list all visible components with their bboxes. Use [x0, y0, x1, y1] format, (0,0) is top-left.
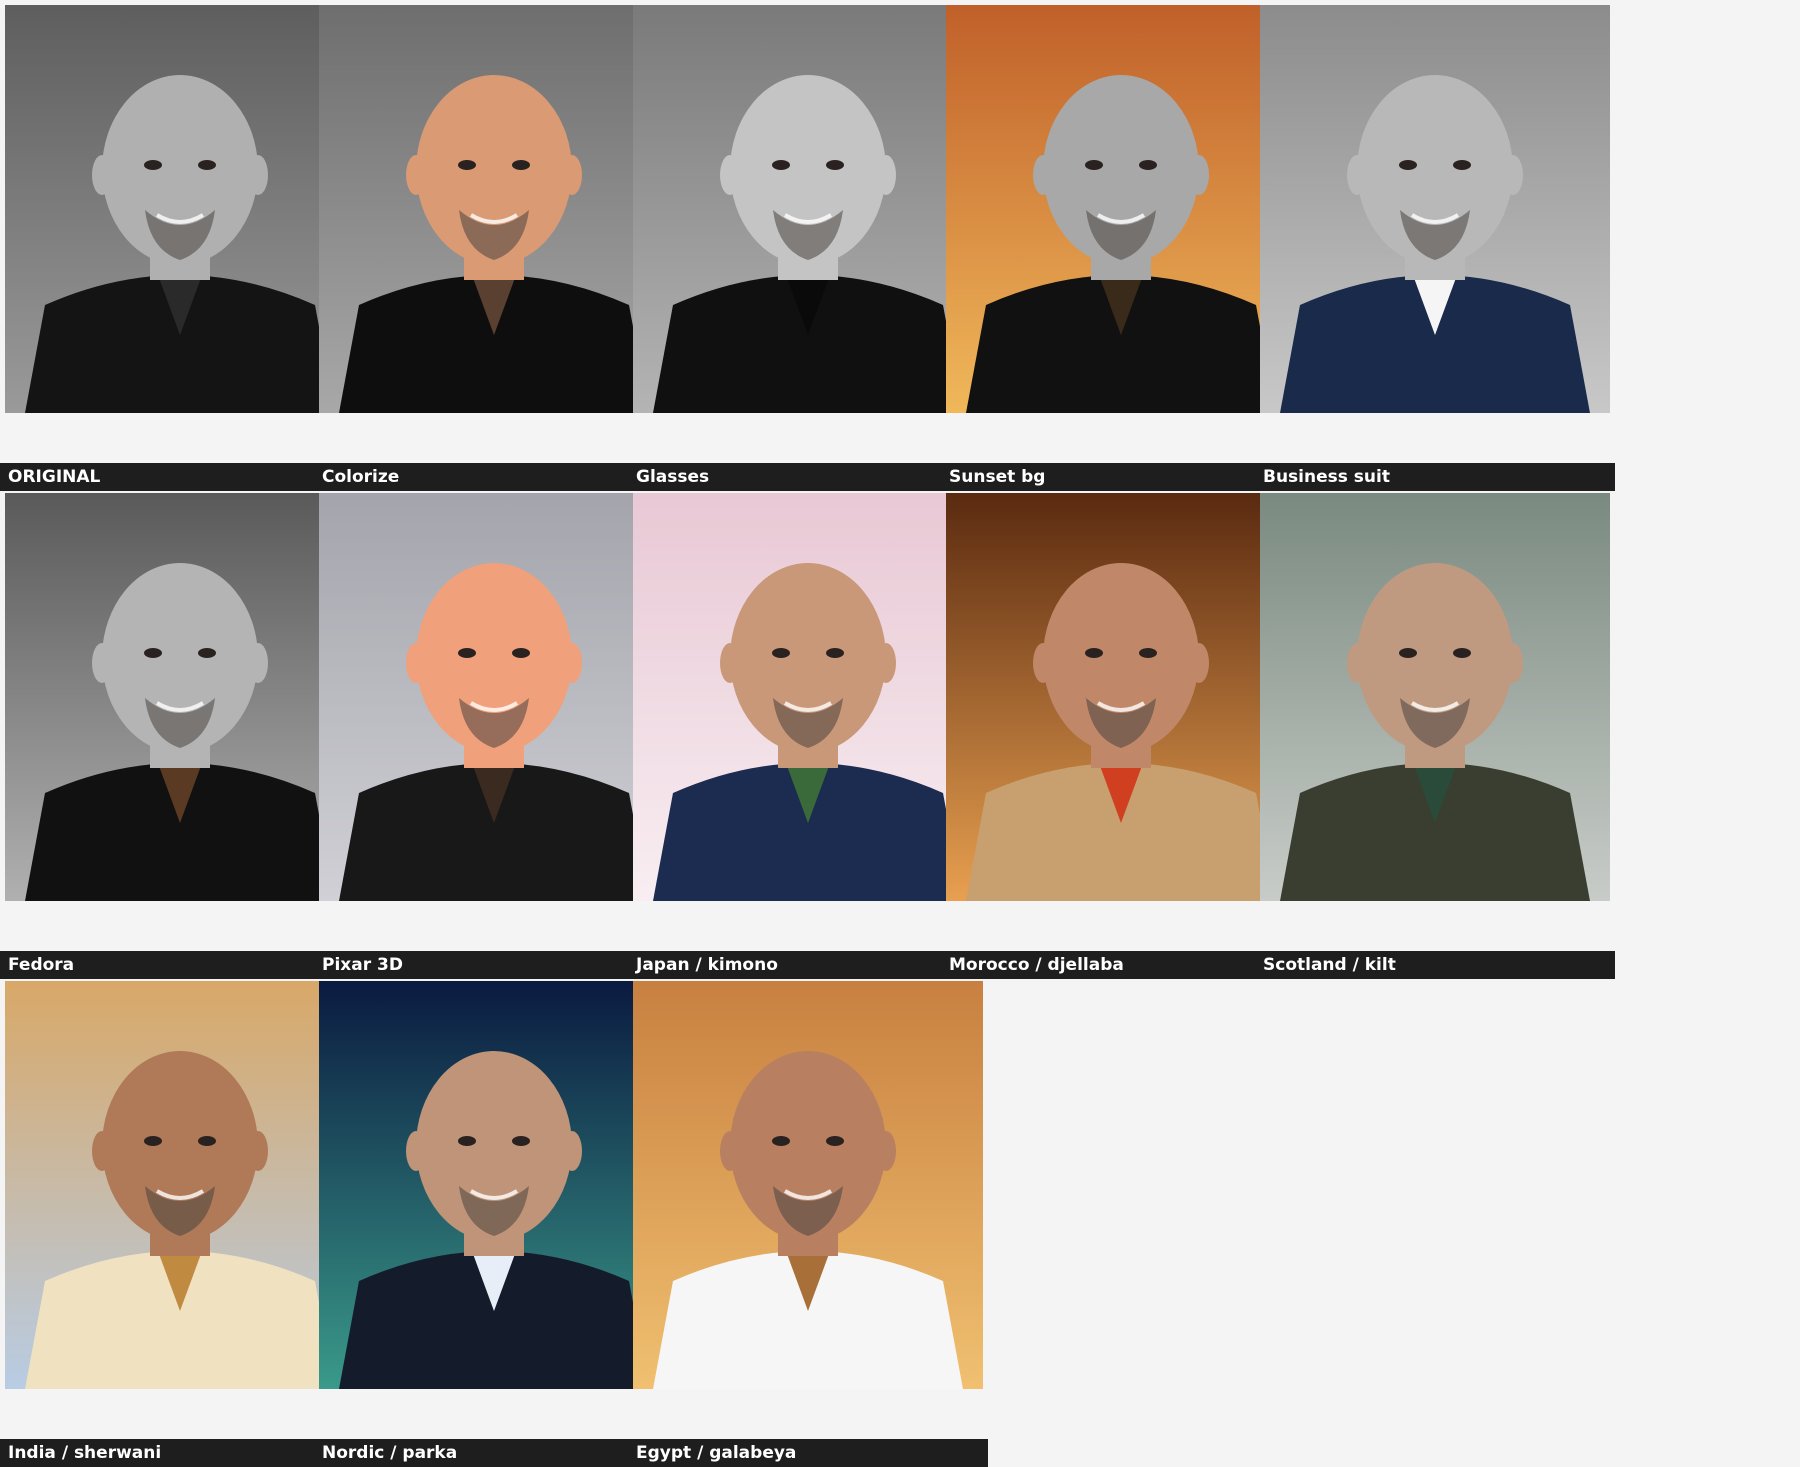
eye-right-shape: [512, 1136, 530, 1146]
ear-left-shape: [406, 155, 426, 195]
portrait-image[interactable]: [633, 5, 983, 413]
ear-right-shape: [876, 1131, 896, 1171]
portrait-image[interactable]: [946, 5, 1296, 413]
eye-left-shape: [458, 160, 476, 170]
eye-right-shape: [826, 1136, 844, 1146]
ear-left-shape: [720, 643, 740, 683]
tile-caption: Pixar 3D: [314, 951, 674, 979]
ear-left-shape: [1347, 155, 1367, 195]
eye-left-shape: [144, 1136, 162, 1146]
eye-left-shape: [772, 160, 790, 170]
ear-right-shape: [248, 155, 268, 195]
tile-caption: Sunset bg: [941, 463, 1301, 491]
tile-caption: Fedora: [0, 951, 360, 979]
tile-caption: India / sherwani: [0, 1439, 360, 1467]
eye-right-shape: [198, 648, 216, 658]
eye-right-shape: [198, 1136, 216, 1146]
ear-left-shape: [406, 1131, 426, 1171]
eye-left-shape: [144, 648, 162, 658]
portrait-image[interactable]: [319, 493, 669, 901]
eye-right-shape: [1453, 648, 1471, 658]
portrait-image[interactable]: [319, 5, 669, 413]
ear-left-shape: [92, 155, 112, 195]
eye-right-shape: [198, 160, 216, 170]
ear-right-shape: [1189, 643, 1209, 683]
ear-right-shape: [248, 1131, 268, 1171]
eye-left-shape: [458, 1136, 476, 1146]
tile-caption: Glasses: [628, 463, 988, 491]
portrait-image[interactable]: [319, 981, 669, 1389]
eye-right-shape: [826, 648, 844, 658]
portrait-image[interactable]: [946, 493, 1296, 901]
eye-right-shape: [512, 648, 530, 658]
portrait-image[interactable]: [1260, 5, 1610, 413]
tile-caption: Morocco / djellaba: [941, 951, 1301, 979]
portrait-image[interactable]: [1260, 493, 1610, 901]
eye-left-shape: [144, 160, 162, 170]
tile-caption: ORIGINAL: [0, 463, 360, 491]
ear-left-shape: [92, 643, 112, 683]
eye-right-shape: [1139, 648, 1157, 658]
tile-caption: Nordic / parka: [314, 1439, 674, 1467]
eye-left-shape: [1399, 160, 1417, 170]
eye-left-shape: [1399, 648, 1417, 658]
eye-left-shape: [458, 648, 476, 658]
ear-right-shape: [1503, 643, 1523, 683]
eye-right-shape: [512, 160, 530, 170]
ear-left-shape: [1033, 155, 1053, 195]
ear-right-shape: [1503, 155, 1523, 195]
portrait-image[interactable]: [633, 981, 983, 1389]
ear-left-shape: [720, 155, 740, 195]
portrait-image[interactable]: [5, 493, 355, 901]
ear-right-shape: [1189, 155, 1209, 195]
eye-right-shape: [1453, 160, 1471, 170]
eye-left-shape: [1085, 648, 1103, 658]
tile-caption: Colorize: [314, 463, 674, 491]
eye-left-shape: [1085, 160, 1103, 170]
ear-left-shape: [1033, 643, 1053, 683]
ear-left-shape: [720, 1131, 740, 1171]
ear-right-shape: [562, 643, 582, 683]
portrait-image[interactable]: [633, 493, 983, 901]
eye-left-shape: [772, 1136, 790, 1146]
portrait-image[interactable]: [5, 981, 355, 1389]
tile-caption: Egypt / galabeya: [628, 1439, 988, 1467]
eye-left-shape: [772, 648, 790, 658]
ear-right-shape: [876, 155, 896, 195]
eye-right-shape: [1139, 160, 1157, 170]
ear-right-shape: [876, 643, 896, 683]
ear-right-shape: [248, 643, 268, 683]
tile-caption: Japan / kimono: [628, 951, 988, 979]
ear-right-shape: [562, 1131, 582, 1171]
ear-left-shape: [406, 643, 426, 683]
tile-caption: Scotland / kilt: [1255, 951, 1615, 979]
portrait-image[interactable]: [5, 5, 355, 413]
ear-right-shape: [562, 155, 582, 195]
ear-left-shape: [1347, 643, 1367, 683]
eye-right-shape: [826, 160, 844, 170]
ear-left-shape: [92, 1131, 112, 1171]
tile-caption: Business suit: [1255, 463, 1615, 491]
